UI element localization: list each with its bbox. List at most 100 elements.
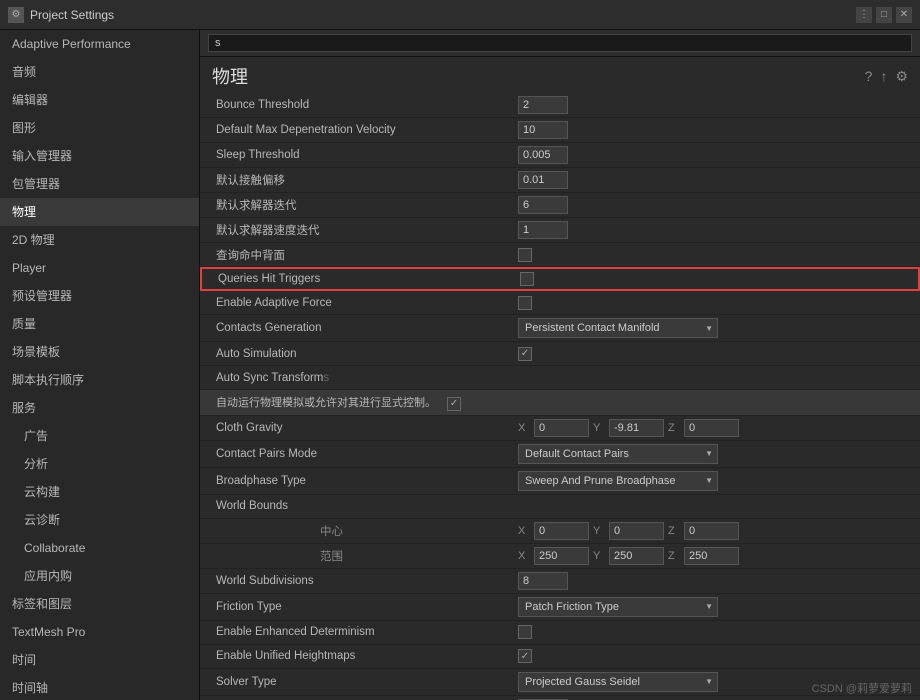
refresh-button[interactable]: ↑	[880, 68, 887, 84]
chevron-down-icon: ▼	[705, 677, 713, 686]
label-contact-offset: 默认接触偏移	[200, 169, 510, 191]
checkbox-queries-hit-triggers[interactable]	[520, 272, 534, 286]
dropdown-contacts-generation[interactable]: Persistent Contact Manifold ▼	[518, 318, 718, 338]
chevron-down-icon: ▼	[705, 449, 713, 458]
checkbox-auto-simulation[interactable]	[518, 347, 532, 361]
value-enable-unified-heightmaps	[510, 646, 920, 666]
sidebar-item-preset-manager[interactable]: 预设管理器	[0, 282, 199, 310]
world-bounds-center-z[interactable]	[684, 522, 739, 540]
value-default-max-angular-speed	[510, 696, 920, 700]
checkbox-enable-adaptive-force[interactable]	[518, 296, 532, 310]
label-world-bounds-center: 中心	[200, 520, 510, 542]
world-bounds-range-x[interactable]	[534, 547, 589, 565]
sidebar-item-time[interactable]: 时间	[0, 646, 199, 674]
chevron-down-icon: ▼	[705, 476, 713, 485]
dropdown-solver-type-value: Projected Gauss Seidel	[525, 676, 640, 688]
value-world-subdivisions	[510, 569, 920, 593]
setting-world-bounds-label: World Bounds	[200, 495, 920, 519]
maximize-button[interactable]: □	[876, 7, 892, 23]
input-bounce-threshold[interactable]	[518, 96, 568, 114]
world-bounds-center-xyz: X Y Z	[518, 522, 739, 540]
sidebar-item-scene-template[interactable]: 场景模板	[0, 338, 199, 366]
world-bounds-center-x[interactable]	[534, 522, 589, 540]
close-button[interactable]: ✕	[896, 7, 912, 23]
input-depenetration-velocity[interactable]	[518, 121, 568, 139]
sidebar-item-tags-layers[interactable]: 标签和图层	[0, 590, 199, 618]
value-contact-offset	[510, 168, 920, 192]
sidebar-item-quality[interactable]: 质量	[0, 310, 199, 338]
dropdown-broadphase-type[interactable]: Sweep And Prune Broadphase ▼	[518, 471, 718, 491]
value-contacts-generation: Persistent Contact Manifold ▼	[510, 315, 920, 341]
input-world-subdivisions[interactable]	[518, 572, 568, 590]
sidebar-item-cloud-build[interactable]: 云构建	[0, 478, 199, 506]
sidebar-item-script-order[interactable]: 脚本执行顺序	[0, 366, 199, 394]
dropdown-broadphase-type-value: Sweep And Prune Broadphase	[525, 475, 675, 487]
menu-button[interactable]: ⋮	[856, 7, 872, 23]
setting-solver-iterations: 默认求解器迭代	[200, 193, 920, 218]
search-input[interactable]	[208, 34, 912, 52]
cloth-gravity-x[interactable]	[534, 419, 589, 437]
main-container: Adaptive Performance 音频 编辑器 图形 输入管理器 包管理…	[0, 30, 920, 700]
world-bounds-range-y[interactable]	[609, 547, 664, 565]
cloth-gravity-y[interactable]	[609, 419, 664, 437]
label-enable-unified-heightmaps: Enable Unified Heightmaps	[200, 647, 510, 665]
sidebar-item-audio[interactable]: 音频	[0, 58, 199, 86]
sidebar-item-physics-2d[interactable]: 2D 物理	[0, 226, 199, 254]
tooltip-auto-sync-transforms: 自动运行物理模拟或允许对其进行显式控制。	[200, 390, 920, 416]
checkbox-enable-unified-heightmaps[interactable]	[518, 649, 532, 663]
dropdown-contact-pairs-mode[interactable]: Default Contact Pairs ▼	[518, 444, 718, 464]
checkbox-enable-enhanced-determinism[interactable]	[518, 625, 532, 639]
label-velocity-iterations: 默认求解器速度迭代	[200, 219, 510, 241]
sidebar-item-player[interactable]: Player	[0, 254, 199, 282]
label-contacts-generation: Contacts Generation	[200, 319, 510, 337]
label-auto-sync-transforms: Auto Sync Transforms	[200, 369, 510, 387]
sidebar-item-timeline[interactable]: 时间轴	[0, 674, 199, 700]
setting-contacts-generation: Contacts Generation Persistent Contact M…	[200, 315, 920, 342]
help-button[interactable]: ?	[865, 68, 873, 84]
sidebar-item-editor[interactable]: 编辑器	[0, 86, 199, 114]
y-label: Y	[593, 550, 605, 562]
world-bounds-range-z[interactable]	[684, 547, 739, 565]
world-bounds-range-xyz: X Y Z	[518, 547, 739, 565]
sidebar-item-services[interactable]: 服务	[0, 394, 199, 422]
sidebar-item-adaptive-performance[interactable]: Adaptive Performance	[0, 30, 199, 58]
dropdown-friction-type[interactable]: Patch Friction Type ▼	[518, 597, 718, 617]
dropdown-contact-pairs-mode-value: Default Contact Pairs	[525, 448, 629, 460]
setting-contact-offset: 默认接触偏移	[200, 168, 920, 193]
label-sleep-threshold: Sleep Threshold	[200, 146, 510, 164]
value-friction-type: Patch Friction Type ▼	[510, 594, 920, 620]
value-auto-sync-transforms	[510, 375, 920, 381]
sidebar-item-ads[interactable]: 广告	[0, 422, 199, 450]
sidebar-item-package-manager[interactable]: 包管理器	[0, 170, 199, 198]
sidebar-item-graphics[interactable]: 图形	[0, 114, 199, 142]
label-queries-hit-backfaces: 查询命中背面	[200, 244, 510, 266]
settings-button[interactable]: ⚙	[895, 68, 908, 85]
label-solver-iterations: 默认求解器迭代	[200, 194, 510, 216]
setting-friction-type: Friction Type Patch Friction Type ▼	[200, 594, 920, 621]
sidebar-item-iap[interactable]: 应用内购	[0, 562, 199, 590]
input-velocity-iterations[interactable]	[518, 221, 568, 239]
world-bounds-center-y[interactable]	[609, 522, 664, 540]
checkbox-auto-sync-transforms[interactable]	[447, 397, 461, 411]
setting-auto-sync-transforms: Auto Sync Transforms	[200, 366, 920, 390]
label-friction-type: Friction Type	[200, 598, 510, 616]
input-solver-iterations[interactable]	[518, 196, 568, 214]
input-contact-offset[interactable]	[518, 171, 568, 189]
z-label: Z	[668, 550, 680, 562]
cloth-gravity-z[interactable]	[684, 419, 739, 437]
settings-scroll[interactable]: Bounce Threshold Default Max Depenetrati…	[200, 93, 920, 700]
sidebar-item-textmesh-pro[interactable]: TextMesh Pro	[0, 618, 199, 646]
sidebar-item-physics[interactable]: 物理	[0, 198, 199, 226]
x-label: X	[518, 422, 530, 434]
input-sleep-threshold[interactable]	[518, 146, 568, 164]
sidebar-item-analytics[interactable]: 分析	[0, 450, 199, 478]
checkbox-queries-hit-backfaces[interactable]	[518, 248, 532, 262]
sidebar-item-input-manager[interactable]: 输入管理器	[0, 142, 199, 170]
sidebar-item-cloud-diagnostics[interactable]: 云诊断	[0, 506, 199, 534]
setting-world-bounds-range: 范围 X Y Z	[200, 544, 920, 569]
value-cloth-gravity: X Y Z	[510, 416, 920, 440]
sidebar-item-collaborate[interactable]: Collaborate	[0, 534, 199, 562]
value-solver-iterations	[510, 193, 920, 217]
dropdown-solver-type[interactable]: Projected Gauss Seidel ▼	[518, 672, 718, 692]
window-controls[interactable]: ⋮ □ ✕	[856, 7, 912, 23]
